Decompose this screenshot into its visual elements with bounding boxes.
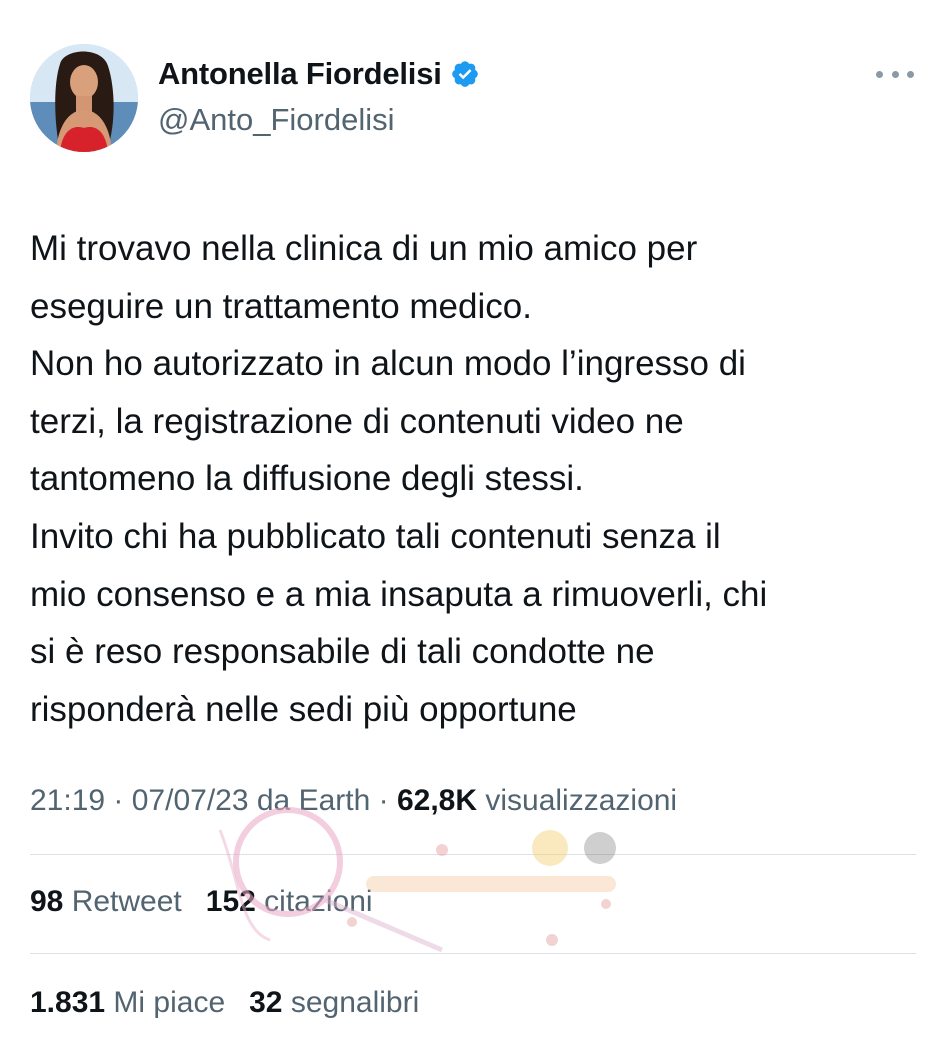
likes-count: 1.831 [30,986,106,1019]
avatar-photo [30,44,138,152]
tweet-time[interactable]: 21:19 [30,784,105,817]
author-avatar[interactable] [30,44,138,152]
views-count: 62,8K [396,784,478,817]
quotes-stat[interactable]: 152 citazioni [206,885,373,918]
author-name-row[interactable]: Antonella Fiordelisi [158,56,480,92]
bookmarks-label: segnalibri [282,986,420,1019]
quotes-count: 152 [205,885,256,918]
views-label: visualizzazioni [477,784,678,817]
tweet-date[interactable]: 07/07/23 [132,784,249,817]
verified-badge-icon [451,61,478,87]
divider [30,953,916,954]
author-handle[interactable]: @Anto_Fiordelisi [158,102,395,138]
likes-stat[interactable]: 1.831 Mi piace [30,986,225,1019]
engagement-stats-row-1: 98 Retweet 152 citazioni [30,885,373,919]
tweet-text: Mi trovavo nella clinica di un mio amico… [30,229,768,729]
retweets-label: Retweet [63,885,182,918]
retweets-count: 98 [30,885,64,918]
bookmarks-stat[interactable]: 32 segnalibri [249,986,419,1019]
more-dot [891,70,899,78]
meta-separator: · [105,784,132,817]
more-dot [907,70,914,78]
engagement-stats-row-2: 1.831 Mi piace 32 segnalibri [30,986,419,1020]
likes-label: Mi piace [105,986,226,1019]
meta-separator: · [370,784,397,817]
more-options-icon[interactable] [876,62,914,86]
retweets-stat[interactable]: 98 Retweet [30,885,182,918]
divider [30,854,916,855]
more-dot [876,70,883,78]
author-display-name[interactable]: Antonella Fiordelisi [158,56,442,92]
quotes-label: citazioni [255,885,373,918]
tweet-meta: 21:19 · 07/07/23 da Earth · 62,8K visual… [30,784,677,818]
tweet-source: da Earth [248,784,371,817]
bookmarks-count: 32 [249,986,283,1019]
